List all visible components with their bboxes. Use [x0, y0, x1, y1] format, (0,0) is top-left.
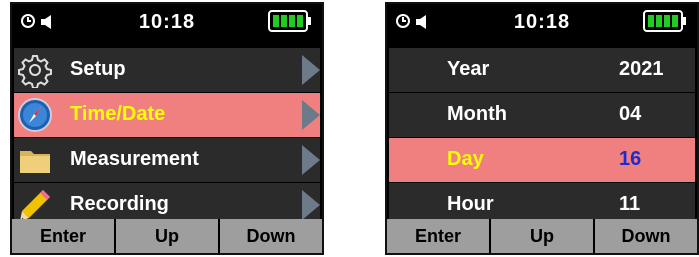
compass-icon [18, 98, 52, 132]
gear-icon [18, 55, 52, 88]
field-row-month[interactable]: Month 04 [389, 93, 695, 137]
status-bar: 10:18 [387, 4, 697, 42]
field-row-day[interactable]: Day 16 [389, 138, 695, 182]
up-button[interactable]: Up [491, 219, 595, 253]
chevron-right-icon [302, 145, 320, 175]
field-row-year[interactable]: Year 2021 [389, 48, 695, 92]
field-label: Year [447, 58, 490, 80]
field-value: 2021 [619, 58, 664, 80]
menu-item-time-date[interactable]: Time/Date [14, 93, 320, 137]
date-time-screen: 10:18 Year 2021 Month 04 Day 16 Hour 11 … [385, 2, 699, 255]
menu-item-setup[interactable]: Setup [14, 48, 320, 92]
softkey-bar: Enter Up Down [12, 219, 322, 253]
menu-item-measurement[interactable]: Measurement [14, 138, 320, 182]
battery-full-icon [268, 10, 311, 32]
field-label: Day [447, 148, 484, 170]
chevron-right-icon [302, 100, 320, 130]
enter-button[interactable]: Enter [387, 219, 491, 253]
down-button[interactable]: Down [220, 219, 322, 253]
field-value: 16 [619, 148, 642, 170]
chevron-right-icon [302, 55, 320, 85]
folder-icon [20, 151, 50, 173]
enter-button[interactable]: Enter [12, 219, 116, 253]
pencil-icon [20, 190, 50, 221]
field-value: 11 [619, 193, 641, 215]
field-label: Hour [447, 193, 494, 215]
chevron-right-icon [302, 190, 320, 220]
menu-screen: 10:18 Setup Time/Date Measurement Record… [10, 2, 324, 255]
menu-item-label: Measurement [70, 148, 199, 170]
status-bar: 10:18 [12, 4, 322, 42]
field-value: 04 [619, 103, 642, 125]
down-button[interactable]: Down [595, 219, 697, 253]
menu-item-label: Time/Date [70, 103, 166, 125]
up-button[interactable]: Up [116, 219, 220, 253]
menu-item-label: Recording [70, 193, 169, 215]
menu-item-label: Setup [70, 58, 126, 80]
softkey-bar: Enter Up Down [387, 219, 697, 253]
battery-full-icon [643, 10, 686, 32]
field-label: Month [447, 103, 507, 125]
